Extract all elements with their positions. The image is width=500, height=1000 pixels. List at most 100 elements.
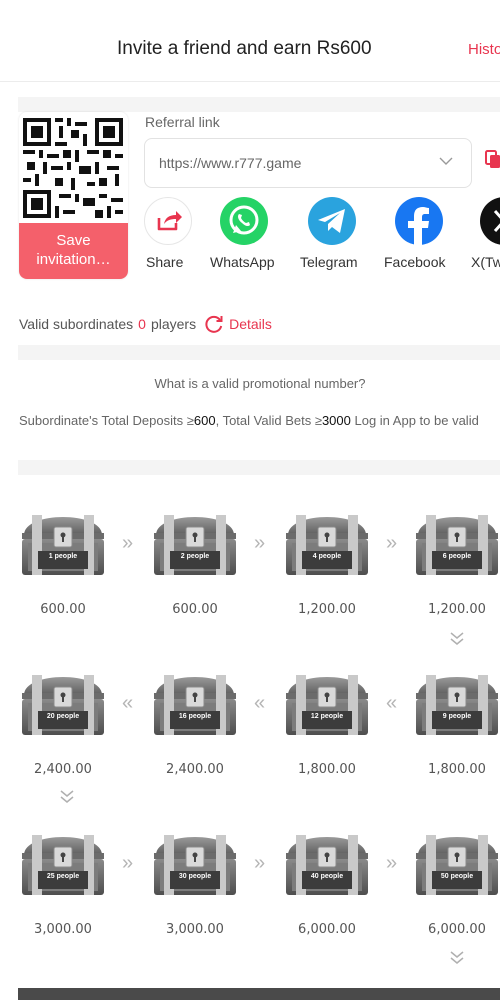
reward-amount: 600.00 (40, 602, 86, 617)
chest-people-label: 1 people (48, 553, 78, 560)
chest-people-label: 2 people (180, 553, 210, 560)
treasure-chest-icon (22, 515, 104, 575)
chest-people-label: 12 people (310, 713, 344, 720)
treasure-chest-icon (154, 675, 236, 735)
treasure-chest-icon (416, 835, 498, 895)
facebook-label: Facebook (384, 254, 446, 270)
reward-amount: 3,000.00 (34, 922, 92, 937)
whatsapp-label: WhatsApp (210, 254, 275, 270)
referral-url: https://www.r777.game (159, 155, 302, 171)
reward-chest-1[interactable]: 1 people (18, 505, 108, 577)
treasure-chest-icon (154, 835, 236, 895)
telegram-icon (308, 197, 356, 245)
chest-people-label: 9 people (442, 713, 472, 720)
chevron-down-double-icon (60, 790, 74, 803)
refresh-icon[interactable] (204, 314, 224, 334)
facebook-share-button[interactable]: Facebook (381, 197, 461, 277)
chevron-down-double-icon (450, 632, 464, 645)
reward-amount: 2,400.00 (166, 762, 224, 777)
reward-chest-10[interactable]: 30 people (150, 825, 240, 897)
facebook-icon (395, 197, 443, 245)
rule-deposit-value: 600 (193, 413, 216, 428)
section-divider (18, 345, 500, 360)
treasure-chest-icon (22, 675, 104, 735)
treasure-chest-icon (286, 835, 368, 895)
x-twitter-share-button[interactable]: X(Tw (468, 197, 500, 277)
qr-code-card: Save invitation… (19, 112, 128, 279)
valid-subordinates-label: Valid subordinates (19, 316, 134, 332)
save-button-label-line2: invitation… (36, 251, 111, 268)
share-label: Share (146, 254, 184, 270)
chevron-right-double-icon: » (386, 852, 398, 874)
treasure-chest-icon (22, 835, 104, 895)
telegram-label: Telegram (300, 254, 358, 270)
chest-people-label: 40 people (310, 873, 344, 880)
chevron-down-double-icon (450, 951, 464, 964)
treasure-chest-icon (416, 675, 498, 735)
reward-chest-4[interactable]: 6 people (412, 505, 500, 577)
reward-chest-2[interactable]: 2 people (150, 505, 240, 577)
whatsapp-icon (220, 197, 268, 245)
chevron-left-double-icon: « (386, 692, 398, 714)
rule-part3: Log in App to be valid (350, 413, 479, 428)
chevron-right-double-icon: » (122, 852, 134, 874)
reward-amount: 600.00 (172, 602, 218, 617)
chevron-right-double-icon: » (386, 532, 398, 554)
treasure-chest-icon (154, 515, 236, 575)
valid-subordinates-unit: players (150, 316, 197, 332)
next-row-peek (18, 988, 500, 1000)
reward-chest-6[interactable]: 16 people (150, 665, 240, 737)
reward-chest-5[interactable]: 20 people (18, 665, 108, 737)
section-divider (18, 97, 500, 112)
reward-chest-11[interactable]: 40 people (282, 825, 372, 897)
reward-amount: 1,200.00 (298, 602, 356, 617)
reward-chest-3[interactable]: 4 people (282, 505, 372, 577)
reward-amount: 1,800.00 (298, 762, 356, 777)
whatsapp-share-button[interactable]: WhatsApp (209, 197, 289, 277)
chevron-right-double-icon: » (122, 532, 134, 554)
promo-question: What is a valid promotional number? (154, 376, 366, 391)
valid-subordinates-row: Valid subordinates 0 players Details (19, 314, 272, 334)
chest-people-label: 30 people (178, 873, 212, 880)
chest-people-label: 16 people (178, 713, 212, 720)
save-button-label-line1: Save (56, 232, 91, 249)
reward-chest-12[interactable]: 50 people (412, 825, 500, 897)
history-link[interactable]: Histo (468, 41, 500, 58)
rule-part1: Subordinate's Total Deposits ≥ (19, 413, 194, 428)
details-link[interactable]: Details (229, 316, 272, 332)
reward-amount: 3,000.00 (166, 922, 224, 937)
chevron-left-double-icon: « (122, 692, 134, 714)
treasure-chest-icon (286, 675, 368, 735)
telegram-share-button[interactable]: Telegram (298, 197, 378, 277)
reward-amount: 6,000.00 (428, 922, 486, 937)
referral-link-label: Referral link (145, 114, 220, 130)
x-twitter-label: X(Tw (471, 254, 500, 270)
treasure-chest-icon (286, 515, 368, 575)
chest-people-label: 50 people (440, 873, 474, 880)
chevron-right-double-icon: » (254, 852, 266, 874)
copy-icon[interactable] (485, 150, 500, 168)
share-arrow-icon (144, 197, 192, 245)
promo-rule-text: Subordinate's Total Deposits ≥600, Total… (19, 412, 489, 429)
section-divider (18, 460, 500, 475)
chevron-left-double-icon: « (254, 692, 266, 714)
reward-amount: 2,400.00 (34, 762, 92, 777)
page-title: Invite a friend and earn Rs600 (117, 38, 372, 59)
reward-chest-9[interactable]: 25 people (18, 825, 108, 897)
valid-subordinates-count: 0 (138, 316, 146, 332)
rule-part2: , Total Valid Bets ≥ (215, 413, 322, 428)
reward-chest-8[interactable]: 9 people (412, 665, 500, 737)
chest-people-label: 4 people (312, 553, 342, 560)
treasure-chest-icon (416, 515, 498, 575)
reward-chest-7[interactable]: 12 people (282, 665, 372, 737)
chest-people-label: 20 people (46, 713, 80, 720)
chest-people-label: 6 people (442, 553, 472, 560)
save-invitation-button[interactable]: Save invitation… (19, 223, 128, 279)
qr-code-image (23, 118, 123, 218)
referral-link-select[interactable]: https://www.r777.game (144, 138, 472, 188)
reward-amount: 1,200.00 (428, 602, 486, 617)
page-header: Invite a friend and earn Rs600 Histo (0, 0, 500, 82)
x-twitter-icon (480, 197, 500, 245)
chevron-right-double-icon: » (254, 532, 266, 554)
chest-people-label: 25 people (46, 873, 80, 880)
